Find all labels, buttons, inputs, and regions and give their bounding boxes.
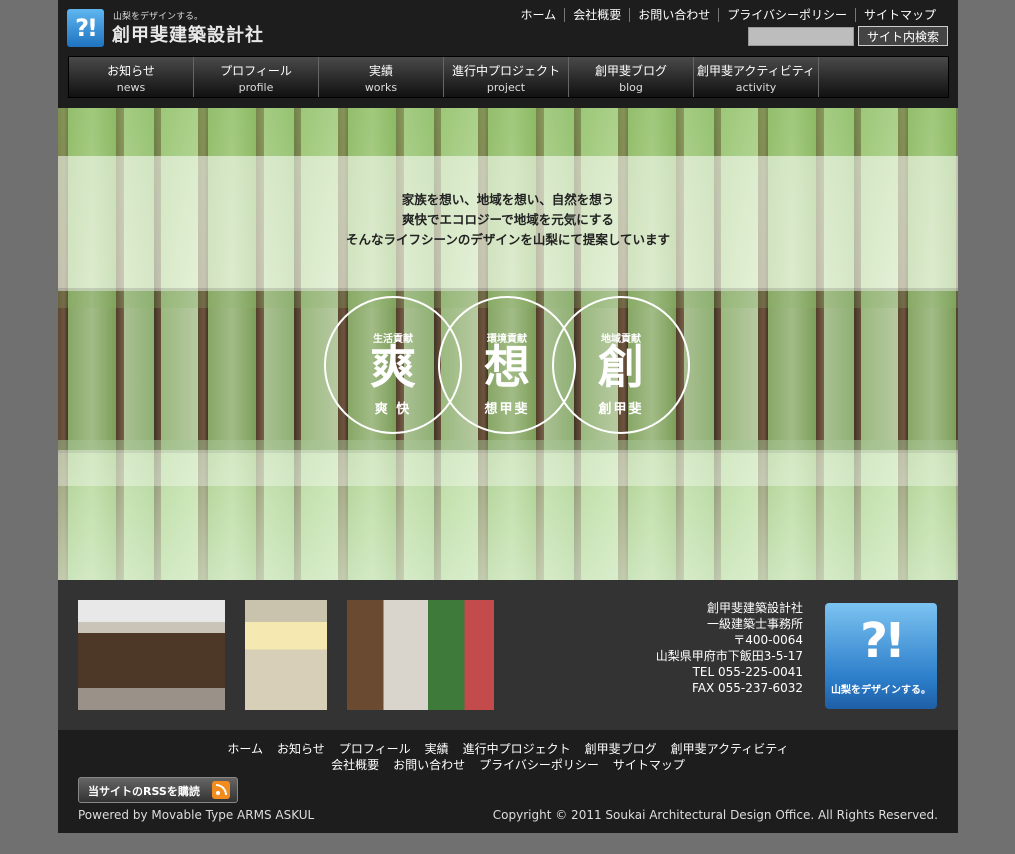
- page: ?! 山梨をデザインする。 創甲斐建築設計社 ホーム 会社概要 お問い合わせ プ…: [58, 0, 958, 833]
- hero-lower-band: [58, 450, 958, 486]
- nav-label-jp: 創甲斐アクティビティ: [697, 64, 815, 78]
- copyright: Copyright © 2011 Soukai Architectural De…: [492, 808, 938, 822]
- logo-mark-icon: ?!: [67, 9, 104, 47]
- photo-flower-shop[interactable]: [347, 600, 494, 710]
- company-address: 創甲斐建築設計社 一級建築士事務所 〒400-0064 山梨県甲府市下飯田3-5…: [656, 600, 803, 696]
- nav-label-en: project: [486, 81, 526, 94]
- nav-item-profile[interactable]: プロフィール profile: [194, 57, 319, 97]
- nav-label-en: blog: [619, 81, 643, 94]
- footer-link-home[interactable]: ホーム: [227, 740, 263, 757]
- powered-by: Powered by Movable Type ARMS ASKUL: [78, 808, 315, 822]
- rss-icon: [212, 781, 230, 799]
- footer-link-activity[interactable]: 創甲斐アクティビティ: [671, 740, 789, 757]
- main-nav: お知らせ news プロフィール profile 実績 works 進行中プロジ…: [68, 56, 949, 98]
- yamanashi-design-badge[interactable]: ?! 山梨をデザインする。: [825, 603, 937, 709]
- hero-line: 家族を想い、地域を想い、自然を想う: [401, 192, 615, 207]
- badge-text: 山梨をデザインする。: [831, 685, 931, 696]
- footer-link-news[interactable]: お知らせ: [277, 740, 325, 757]
- site-search-button[interactable]: サイト内検索: [858, 26, 948, 46]
- address-line: 〒400-0064: [733, 633, 803, 647]
- photo-interior-room[interactable]: [245, 600, 327, 710]
- badge-mark-icon: ?!: [860, 613, 906, 669]
- nav-label-jp: 進行中プロジェクト: [451, 64, 560, 78]
- address-line: TEL 055-225-0041: [692, 665, 803, 679]
- footer-link-blog[interactable]: 創甲斐ブログ: [585, 740, 657, 757]
- photo-house-exterior[interactable]: [78, 600, 225, 710]
- site-logo[interactable]: ?! 山梨をデザインする。 創甲斐建築設計社: [67, 8, 287, 50]
- footer-link-contact[interactable]: お問い合わせ: [393, 756, 465, 773]
- footer-links-row2: 会社概要 お問い合わせ プライバシーポリシー サイトマップ: [58, 756, 958, 773]
- footer-link-works[interactable]: 実績: [425, 740, 449, 757]
- nav-label-en: works: [364, 81, 398, 94]
- footer-link-company[interactable]: 会社概要: [331, 756, 379, 773]
- util-link-sitemap[interactable]: サイトマップ: [854, 8, 944, 22]
- footer-link-privacy[interactable]: プライバシーポリシー: [479, 756, 599, 773]
- util-link-home[interactable]: ホーム: [513, 8, 565, 22]
- nav-label-en: activity: [735, 81, 777, 94]
- hero-line: そんなライフシーンのデザインを山梨にて提案しています: [345, 232, 670, 247]
- footer: ホーム お知らせ プロフィール 実績 進行中プロジェクト 創甲斐ブログ 創甲斐ア…: [58, 730, 958, 833]
- rss-label: 当サイトのRSSを購読: [88, 785, 200, 798]
- nav-item-project[interactable]: 進行中プロジェクト project: [444, 57, 569, 97]
- util-link-contact[interactable]: お問い合わせ: [629, 8, 718, 22]
- address-line: 山梨県甲府市下飯田3-5-17: [655, 649, 803, 663]
- concept-circle-region: 地域貢献 創 創甲斐: [552, 296, 690, 434]
- nav-label-jp: プロフィール: [220, 64, 292, 78]
- util-link-privacy[interactable]: プライバシーポリシー: [718, 8, 855, 22]
- logo-name: 創甲斐建築設計社: [112, 25, 264, 46]
- hero-banner: 家族を想い、地域を想い、自然を想う 爽快でエコロジーで地域を元気にする そんなラ…: [58, 108, 958, 580]
- circle-word: 創甲斐: [598, 402, 644, 417]
- rss-subscribe-button[interactable]: 当サイトのRSSを購読: [78, 777, 238, 803]
- address-line: 一級建築士事務所: [706, 617, 803, 631]
- footer-link-sitemap[interactable]: サイトマップ: [613, 756, 685, 773]
- footer-links-row1: ホーム お知らせ プロフィール 実績 進行中プロジェクト 創甲斐ブログ 創甲斐ア…: [58, 740, 958, 757]
- nav-item-blog[interactable]: 創甲斐ブログ blog: [569, 57, 694, 97]
- nav-label-jp: 創甲斐ブログ: [594, 64, 667, 78]
- search-input[interactable]: [748, 27, 854, 46]
- hero-copy: 家族を想い、地域を想い、自然を想う 爽快でエコロジーで地域を元気にする そんなラ…: [58, 190, 958, 250]
- footer-link-project[interactable]: 進行中プロジェクト: [463, 740, 571, 757]
- nav-item-news[interactable]: お知らせ news: [69, 57, 194, 97]
- circle-kanji: 創: [598, 340, 644, 394]
- info-band: 創甲斐建築設計社 一級建築士事務所 〒400-0064 山梨県甲府市下飯田3-5…: [58, 580, 958, 730]
- nav-label-jp: お知らせ: [107, 64, 155, 78]
- address-line: 創甲斐建築設計社: [706, 601, 803, 615]
- nav-item-activity[interactable]: 創甲斐アクティビティ activity: [694, 57, 819, 97]
- hero-line: 爽快でエコロジーで地域を元気にする: [402, 212, 614, 227]
- address-line: FAX 055-237-6032: [691, 681, 803, 695]
- util-link-company[interactable]: 会社概要: [564, 8, 629, 22]
- nav-label-en: news: [116, 81, 146, 94]
- nav-label-jp: 実績: [368, 64, 393, 78]
- nav-label-en: profile: [238, 81, 274, 94]
- nav-item-works[interactable]: 実績 works: [319, 57, 444, 97]
- utility-nav: ホーム 会社概要 お問い合わせ プライバシーポリシー サイトマップ: [513, 8, 944, 22]
- footer-link-profile[interactable]: プロフィール: [339, 740, 411, 757]
